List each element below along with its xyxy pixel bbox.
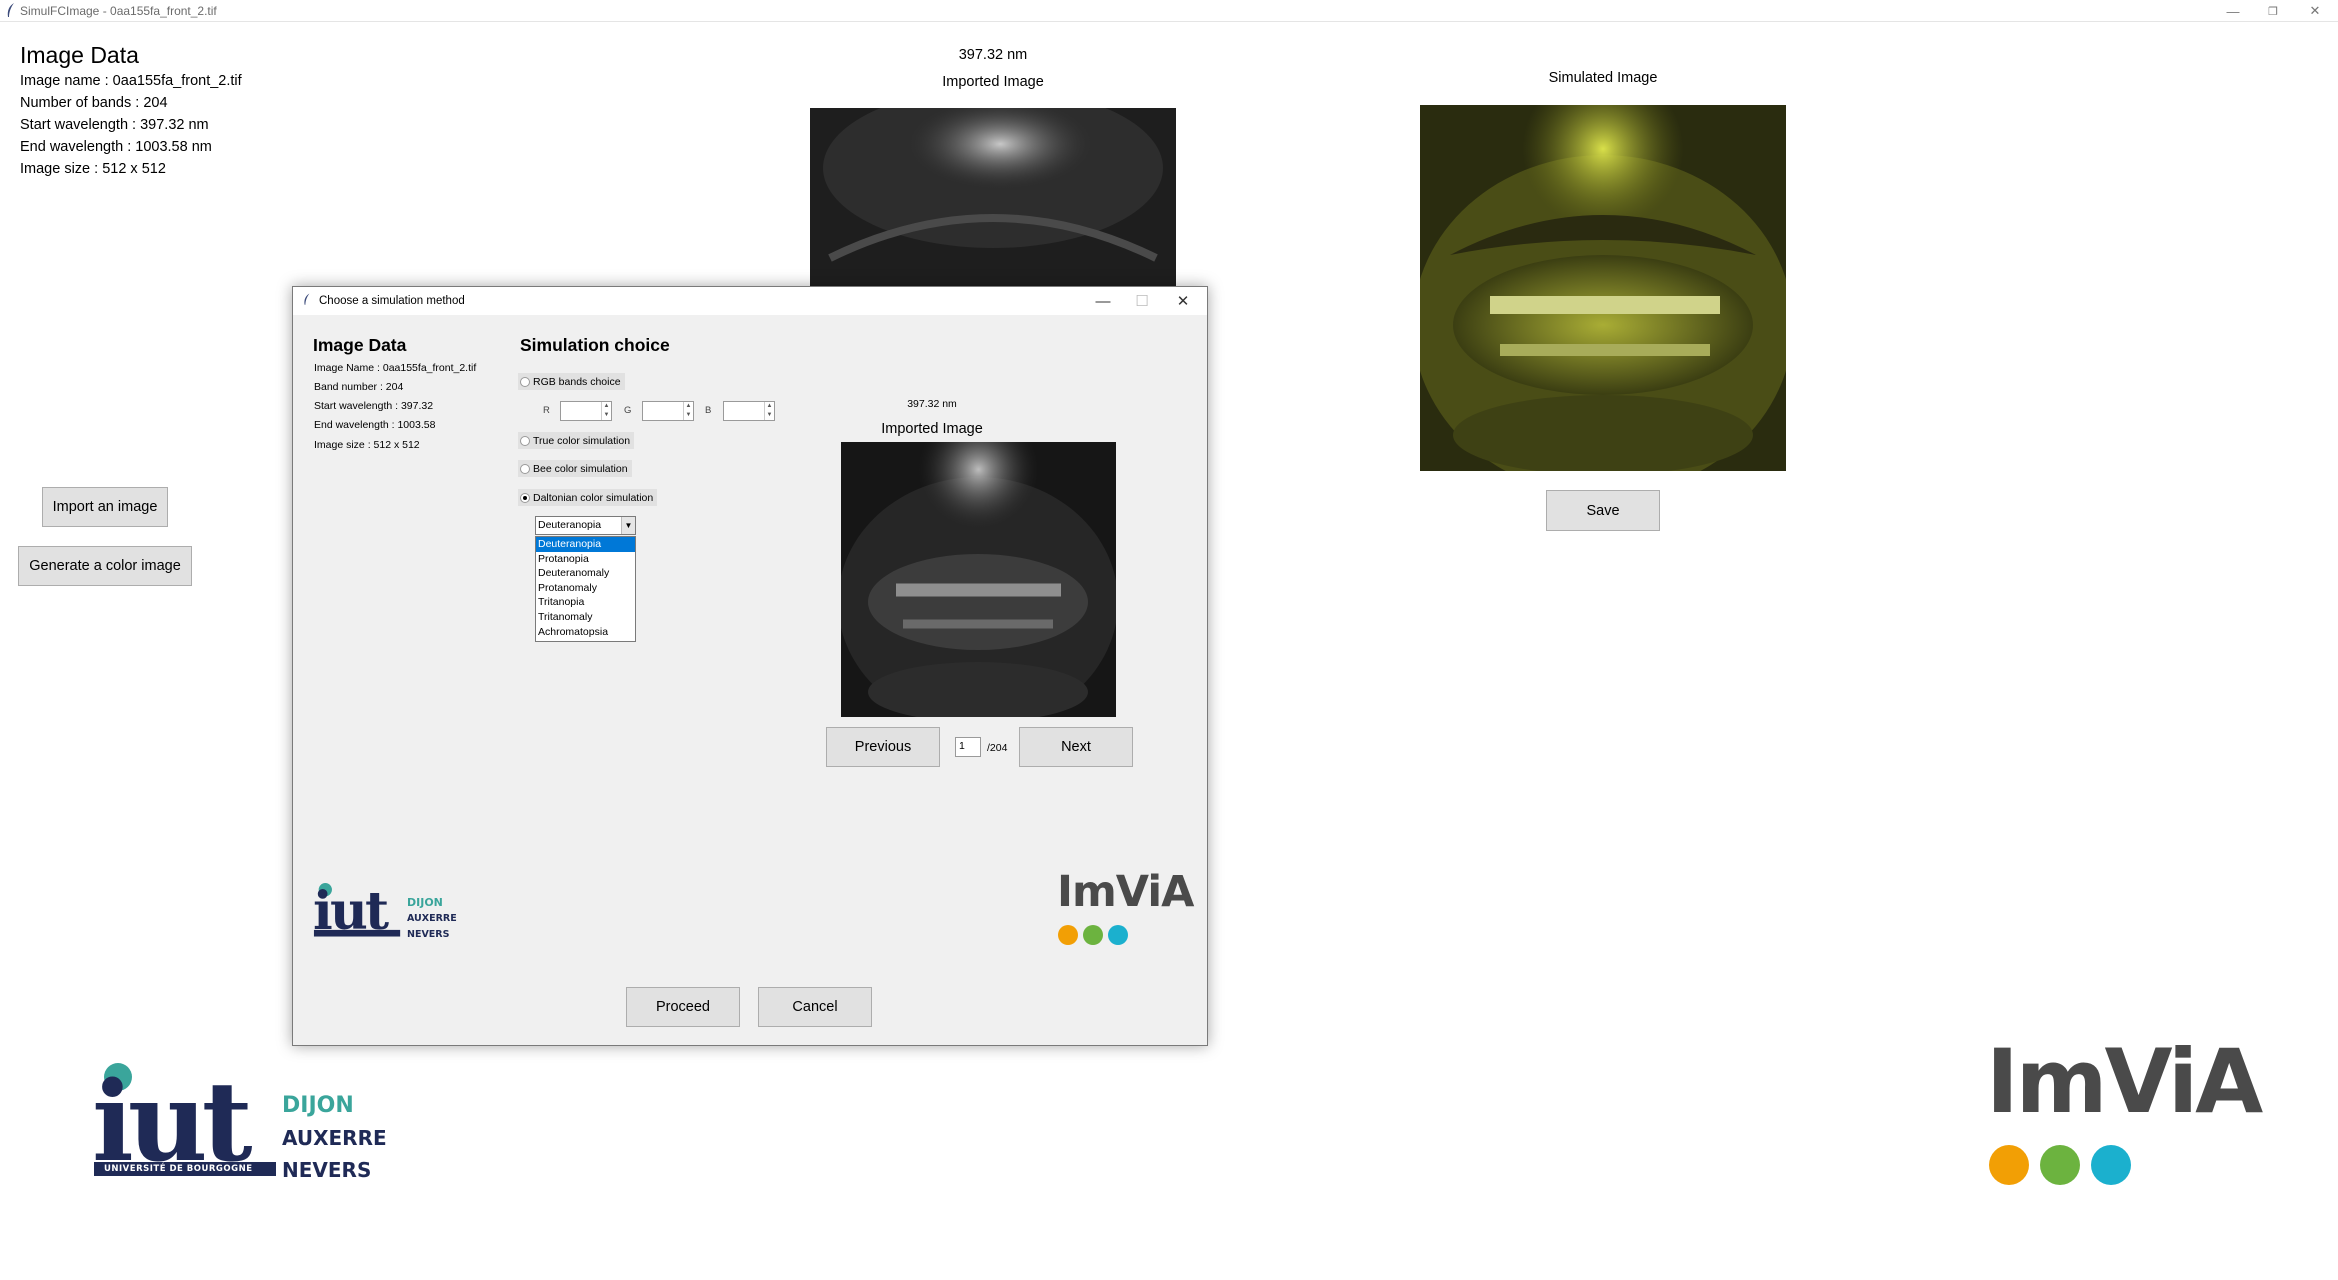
b-spin-arrows[interactable]: ▲ ▼ [764, 402, 774, 420]
dropdown-option[interactable]: Protanomaly [536, 581, 635, 596]
true-color-radio-indicator[interactable] [520, 435, 530, 446]
dialog-title-bar: Choose a simulation method — ☐ ✕ [293, 287, 1207, 315]
import-image-button[interactable]: Import an image [42, 487, 168, 527]
dialog-image-size: Image size : 512 x 512 [314, 439, 420, 451]
combo-value: Deuteranopia [538, 519, 602, 531]
imported-wavelength-label: 397.32 nm [958, 47, 1028, 63]
b-spinbox[interactable]: ▲ ▼ [723, 401, 775, 421]
close-button[interactable]: ✕ [2292, 0, 2338, 22]
page-number-input[interactable]: 1 [955, 737, 981, 757]
dialog-imvia-blue-dot [1108, 925, 1128, 945]
rgb-radio-indicator[interactable] [520, 376, 530, 387]
rgb-bands-radio[interactable]: RGB bands choice [518, 373, 625, 390]
chevron-down-icon[interactable]: ▼ [621, 517, 635, 534]
image-name-label: Image name : 0aa155fa_front_2.tif [20, 73, 242, 89]
daltonian-radio[interactable]: Daltonian color simulation [518, 489, 658, 506]
bee-color-label: Bee color simulation [533, 462, 628, 475]
bee-radio-indicator[interactable] [520, 463, 530, 474]
window-title: SimulFCImage - 0aa155fa_front_2.tif [20, 4, 217, 18]
daltonian-radio-indicator[interactable] [520, 492, 530, 503]
bands-label: Number of bands : 204 [20, 95, 168, 111]
main-title-bar: SimulFCImage - 0aa155fa_front_2.tif — ❐ … [0, 0, 2338, 22]
dialog-imvia-orange-dot [1058, 925, 1078, 945]
g-label: G [624, 405, 632, 416]
g-spin-arrows[interactable]: ▲ ▼ [683, 402, 693, 420]
rgb-bands-label: RGB bands choice [533, 375, 621, 388]
dropdown-option[interactable]: Deuteranopia [536, 537, 635, 552]
bee-color-radio[interactable]: Bee color simulation [518, 460, 632, 477]
iut-auxerre-label: AUXERRE [282, 1126, 387, 1150]
dropdown-option[interactable]: Tritanomaly [536, 610, 635, 625]
dropdown-option[interactable]: Protanopia [536, 552, 635, 567]
r-spinbox[interactable]: ▲ ▼ [560, 401, 612, 421]
dropdown-option[interactable]: Deuteranomaly [536, 566, 635, 581]
dialog-iut-mark: iut [313, 881, 401, 940]
r-spin-arrows[interactable]: ▲ ▼ [601, 402, 611, 420]
iut-university-label: UNIVERSITÉ DE BOURGOGNE [104, 1164, 253, 1174]
iut-nevers-label: NEVERS [282, 1158, 372, 1182]
simulated-image-caption: Simulated Image [1548, 70, 1658, 86]
next-button[interactable]: Next [1019, 727, 1133, 767]
image-data-title: Image Data [20, 42, 139, 68]
dialog-iut-auxerre: AUXERRE [407, 913, 457, 924]
dialog-iut-dijon: DIJON [407, 896, 443, 909]
restore-button[interactable]: ❐ [2250, 0, 2296, 22]
image-size-label: Image size : 512 x 512 [20, 161, 166, 177]
g-spinbox[interactable]: ▲ ▼ [642, 401, 694, 421]
imvia-logo-text: ImViA [1986, 1030, 2263, 1133]
dialog-imvia-text: ImViA [1057, 867, 1194, 917]
cancel-button[interactable]: Cancel [758, 987, 872, 1027]
simulation-choice-title: Simulation choice [520, 335, 670, 355]
proceed-button[interactable]: Proceed [626, 987, 740, 1027]
dropdown-option[interactable]: Achromatopsia [536, 625, 635, 640]
generate-color-image-button[interactable]: Generate a color image [18, 546, 192, 586]
r-label: R [543, 405, 550, 416]
dialog-image-name: Image Name : 0aa155fa_front_2.tif [314, 362, 477, 374]
dialog-start-wavelength: Start wavelength : 397.32 [314, 400, 434, 412]
true-color-radio[interactable]: True color simulation [518, 432, 635, 449]
b-label: B [705, 405, 712, 416]
iut-mark-graphic: iut [92, 1060, 276, 1180]
dialog-feather-icon [304, 293, 310, 305]
dialog-imvia-green-dot [1083, 925, 1103, 945]
start-wavelength-label: Start wavelength : 397.32 nm [20, 117, 209, 133]
preview-wavelength-label: 397.32 nm [907, 398, 957, 410]
previous-button[interactable]: Previous [826, 727, 940, 767]
dialog-end-wavelength: End wavelength : 1003.58 [314, 419, 436, 431]
imported-image [810, 108, 1176, 288]
imvia-blue-dot [2091, 1145, 2131, 1185]
dialog-close-button[interactable]: ✕ [1163, 289, 1203, 313]
dropdown-option[interactable]: Tritanopia [536, 595, 635, 610]
true-color-label: True color simulation [533, 434, 631, 447]
dialog-minimize-button[interactable]: — [1083, 289, 1123, 313]
dialog-image-data-title: Image Data [313, 335, 407, 355]
save-button[interactable]: Save [1546, 490, 1660, 531]
preview-image-caption: Imported Image [881, 421, 983, 437]
dialog-band-number: Band number : 204 [314, 381, 404, 393]
simulated-image [1420, 105, 1786, 471]
imvia-green-dot [2040, 1145, 2080, 1185]
dialog-maximize-button: ☐ [1135, 293, 1149, 310]
page-total-label: /204 [987, 742, 1008, 754]
daltonian-label: Daltonian color simulation [533, 491, 654, 504]
iut-dijon-label: DIJON [282, 1093, 354, 1118]
dialog-iut-nevers: NEVERS [407, 929, 450, 940]
preview-image [841, 442, 1116, 717]
daltonism-dropdown-list: Deuteranopia Protanopia Deuteranomaly Pr… [535, 536, 636, 642]
imvia-orange-dot [1989, 1145, 2029, 1185]
imported-image-caption: Imported Image [942, 74, 1044, 90]
dialog-title: Choose a simulation method [319, 295, 465, 307]
simulation-dialog: Choose a simulation method — ☐ ✕ Image D… [292, 286, 1208, 1046]
end-wavelength-label: End wavelength : 1003.58 nm [20, 139, 212, 155]
app-feather-icon [7, 3, 14, 17]
daltonism-type-combobox[interactable]: Deuteranopia ▼ [535, 516, 636, 535]
